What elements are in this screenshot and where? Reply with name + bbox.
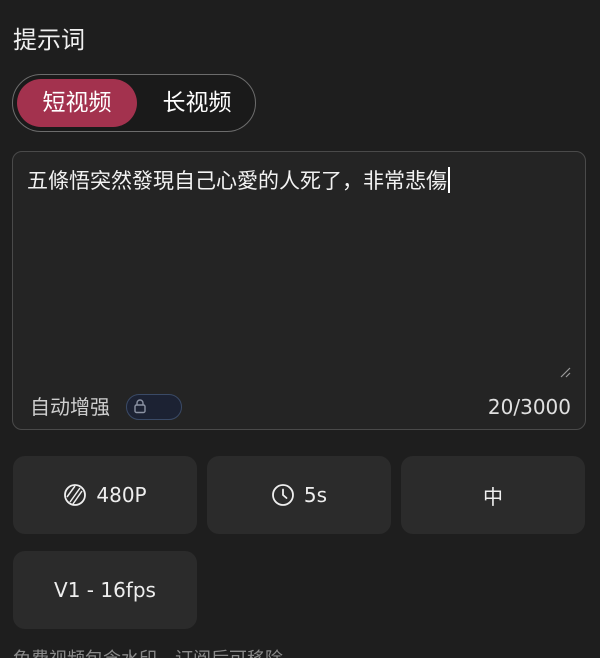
character-counter: 20/3000 [487,395,571,419]
resize-handle-icon[interactable] [559,366,571,378]
lock-icon [134,399,146,414]
long-video-tab[interactable]: 长视频 [141,79,253,127]
prompt-text-content[interactable]: 五條悟突然發現自己心愛的人死了，非常悲傷 [27,166,571,196]
resolution-label: 480P [96,483,147,507]
resolution-button[interactable]: 480P [13,456,197,534]
video-type-toggle: 短视频 长视频 [12,74,256,132]
text-caret [448,167,450,193]
model-button[interactable]: V1 - 16fps [13,551,197,629]
duration-label: 5s [303,483,328,507]
clock-icon [272,484,294,506]
auto-enhance-toggle[interactable] [126,394,182,420]
auto-enhance-label: 自动增强 [30,395,110,419]
video-generator-panel: 提示词 短视频 长视频 五條悟突然發現自己心愛的人死了，非常悲傷 自动增强 20… [0,0,600,658]
prompt-textarea[interactable]: 五條悟突然發現自己心愛的人死了，非常悲傷 自动增强 20/3000 [12,151,586,430]
resolution-icon [64,484,87,506]
prompt-value: 五條悟突然發現自己心愛的人死了，非常悲傷 [27,169,447,193]
quality-button[interactable]: 中 [401,456,585,534]
quality-label: 中 [483,484,503,509]
model-label: V1 - 16fps [54,578,156,602]
short-video-tab[interactable]: 短视频 [17,79,137,127]
duration-button[interactable]: 5s [207,456,391,534]
prompt-section-title: 提示词 [13,26,85,54]
watermark-notice: 免费视频包含水印，订阅后可移除 [13,648,283,658]
